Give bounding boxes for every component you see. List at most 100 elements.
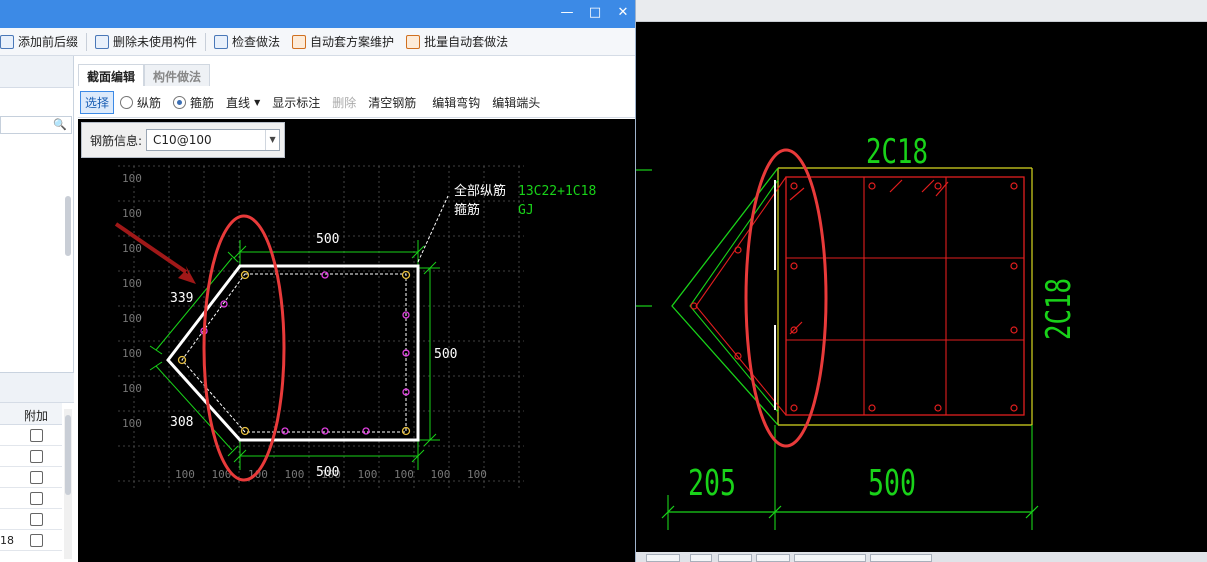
stirrup-desc-label: 箍筋 [454,202,480,218]
dim-bottom-label: 500 [316,465,339,480]
cad-bottom-tab[interactable] [646,554,680,562]
component-search-input[interactable]: 🔍 [0,116,72,134]
longitudinal-radio[interactable]: 纵筋 [114,94,167,111]
gear-doc-icon [292,34,307,49]
cad-dim-main: 500 [868,463,916,504]
cad-bottom-tab[interactable] [718,554,752,562]
component-panel-header [0,56,73,88]
cad-drawing: 2C18 2C18 205 500 [636,132,1079,530]
stirrup-radio[interactable]: 箍筋 [167,94,220,111]
auto-scheme-button[interactable]: 自动套方案维护 [286,31,400,53]
prefix-suffix-icon [0,34,14,49]
auto-scheme-label: 自动套方案维护 [310,35,395,49]
toolbar-separator [86,32,88,51]
toolbar-separator [205,32,207,51]
show-annotation-button[interactable]: 显示标注 [266,94,326,111]
delete-unused-label: 删除未使用构件 [113,35,198,49]
batch-auto-apply-label: 批量自动套做法 [424,35,509,49]
dim-top-label: 500 [316,232,339,247]
cad-bottom-tab[interactable] [794,554,866,562]
row-value: 18 [0,534,14,547]
additional-checkbox[interactable] [30,429,43,442]
cad-dim-left: 205 [688,463,736,504]
maximize-button[interactable]: □ [584,4,606,22]
title-bar: — □ ✕ [0,0,635,28]
table-row [0,446,62,467]
dim-upper-slant-label: 339 [170,291,193,306]
add-prefix-suffix-button[interactable]: 添加前后缀 [0,31,84,53]
stirrup-label: 箍筋 [190,96,215,110]
add-prefix-suffix-label: 添加前后缀 [18,35,79,49]
editor-tabs: 截面编辑 构件做法 [78,64,211,86]
grid-spacing-label: 100 [122,417,142,430]
close-button[interactable]: ✕ [612,4,634,22]
longitudinal-label: 纵筋 [137,96,162,110]
chevron-down-icon[interactable]: ▼ [265,130,279,150]
rebar-info-panel: 钢筋信息: C10@100 ▼ [81,122,285,158]
grid-spacing-label: 100 [122,242,142,255]
cad-right-rebar-label: 2C18 [1039,278,1079,340]
cad-bottom-tab[interactable] [690,554,712,562]
additional-checkbox[interactable] [30,471,43,484]
additional-column-header: 附加 [24,409,49,423]
property-grid-scrollbar[interactable] [64,409,72,559]
additional-checkbox[interactable] [30,492,43,505]
cad-top-strip [636,0,1207,22]
rebar-info-select[interactable]: C10@100 ▼ [146,129,281,151]
cad-bottom-tab[interactable] [870,554,932,562]
batch-auto-apply-button[interactable]: 批量自动套做法 [400,31,514,53]
clear-rebar-button[interactable]: 清空钢筋 [362,94,422,111]
cad-bottom-tab[interactable] [756,554,790,562]
edit-end-button[interactable]: 编辑端头 [486,94,546,111]
dim-right-label: 500 [434,347,457,362]
property-grid: 附加 18 [0,372,74,562]
list-icon [95,34,110,49]
scrollbar-thumb[interactable] [65,415,71,495]
component-panel: 🔍 附加 18 [0,56,74,562]
grid-spacing-label: 100 [122,382,142,395]
component-list-scrollbar[interactable] [65,196,71,256]
app-root: 2C18 2C18 205 500 — □ ✕ 添加前后缀 删除未使用构件 检查… [0,0,1207,562]
grid-spacing-label: 100 [175,468,195,481]
section-editor-window: — □ ✕ 添加前后缀 删除未使用构件 检查做法 自动套方案维护 批量自动套做法… [0,0,636,562]
main-toolbar: 添加前后缀 删除未使用构件 检查做法 自动套方案维护 批量自动套做法 [0,28,635,56]
dim-lower-slant-label: 308 [170,415,193,430]
all-long-rebar-value: 13C22+1C18 [518,184,596,199]
grid-spacing-label: 100 [431,468,451,481]
section-drawing[interactable]: 100 100 100 100 100 100 100 100 100 100 100 100 100 1… [78,119,636,562]
delete-unused-button[interactable]: 删除未使用构件 [89,31,203,53]
section-canvas[interactable]: 100 100 100 100 100 100 100 100 100 100 100 100 100 1… [78,119,636,562]
table-row [0,488,62,509]
grid-spacing-label: 100 [122,277,142,290]
grid-spacing-label: 100 [285,468,305,481]
table-row [0,467,62,488]
grid-spacing-label: 100 [122,347,142,360]
table-row [0,425,62,446]
line-mode-dropdown[interactable]: 直线 ▼ [220,94,266,111]
grid-spacing-label: 100 [394,468,414,481]
additional-checkbox[interactable] [30,534,43,547]
radio-indicator[interactable] [120,96,134,109]
tab-component-method[interactable]: 构件做法 [144,64,211,86]
additional-checkbox[interactable] [30,513,43,526]
stirrup-desc-value: GJ [518,203,534,218]
rebar-info-value: C10@100 [153,133,212,147]
rebar-info-label: 钢筋信息: [90,133,143,148]
minimize-button[interactable]: — [556,4,578,22]
search-icon[interactable]: 🔍 [53,118,67,131]
tab-section-edit[interactable]: 截面编辑 [78,64,145,86]
property-grid-column-header: 附加 [0,403,62,425]
section-edit-toolbar: 选择 纵筋 箍筋 直线 ▼ 显示标注 删除 清空钢筋 编辑弯钩 编辑端头 [78,88,635,118]
grid-spacing-label: 100 [122,207,142,220]
batch-apply-icon [406,34,421,49]
check-doc-icon [214,34,229,49]
check-method-button[interactable]: 检查做法 [208,31,286,53]
grid-spacing-label: 100 [122,172,142,185]
radio-indicator[interactable] [173,96,187,109]
chevron-down-icon: ▼ [254,98,261,107]
edit-hook-button[interactable]: 编辑弯钩 [426,94,486,111]
select-button[interactable]: 选择 [80,91,115,114]
additional-checkbox[interactable] [30,450,43,463]
delete-button[interactable]: 删除 [326,94,362,111]
table-row: 18 [0,530,62,551]
